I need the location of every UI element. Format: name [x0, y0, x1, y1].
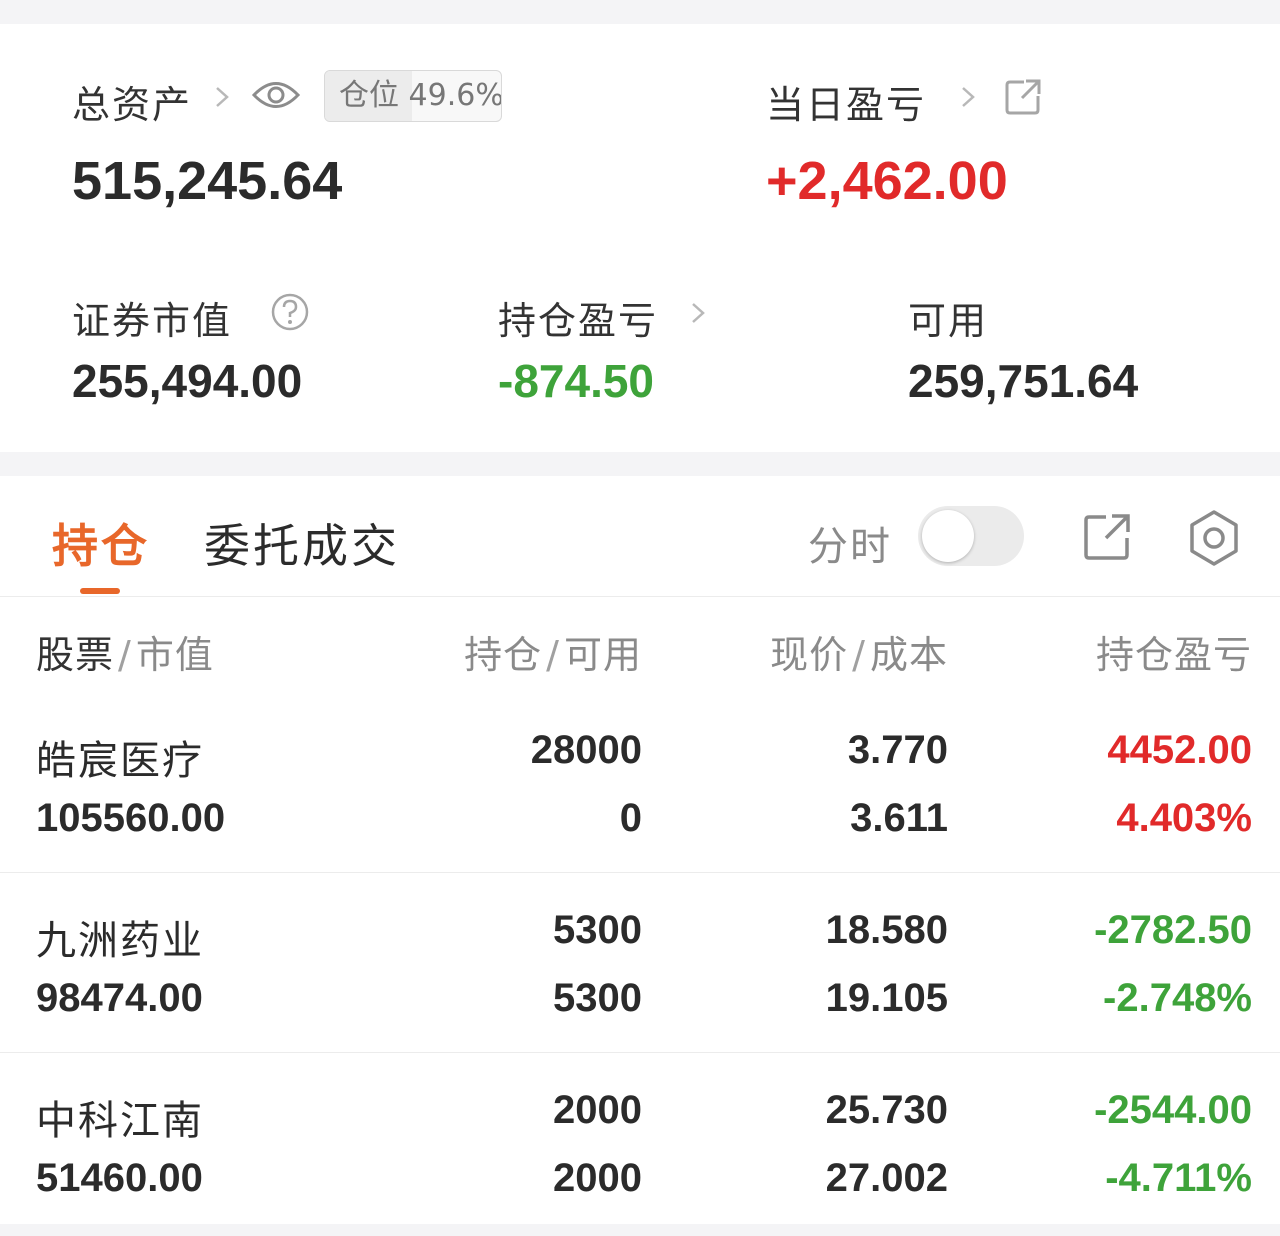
holding-pl-label[interactable]: 持仓盈亏: [498, 290, 658, 345]
available-qty: 2000: [553, 1156, 642, 1200]
holding-pl: 4452.00: [1107, 728, 1252, 772]
share-icon[interactable]: [1082, 512, 1132, 562]
tab-orders-trades[interactable]: 委托成交: [204, 510, 400, 576]
column-header-price[interactable]: 现价 / 成本: [700, 624, 948, 679]
available-qty: 5300: [553, 976, 642, 1020]
row-divider: [0, 1052, 1280, 1053]
cost-price: 27.002: [825, 1156, 948, 1200]
holding-pl: -2544.00: [1094, 1088, 1252, 1132]
holding-pl-value: -874.50: [498, 355, 655, 407]
available-qty: 0: [619, 796, 642, 840]
available-value: 259,751.64: [908, 355, 1139, 407]
holding-pl-pct: -2.748%: [1103, 976, 1252, 1020]
current-price: 18.580: [825, 908, 948, 952]
cost-price: 3.611: [850, 796, 948, 840]
table-row[interactable]: 九洲药业 98474.00 5300 5300 18.580 19.105 -2782.50…: [0, 876, 1280, 1056]
securities-value-label: 证券市值: [72, 299, 233, 343]
help-circle-icon[interactable]: [270, 292, 310, 332]
holding-pl-pct: 4.403%: [1116, 796, 1252, 840]
chevron-right-icon[interactable]: [958, 84, 978, 110]
table-row[interactable]: 皓宸医疗 105560.00 28000 0 3.770 3.611 4452.00 4.40…: [0, 696, 1280, 876]
column-header-holding[interactable]: 持仓 / 可用: [380, 624, 642, 679]
chevron-right-icon[interactable]: [688, 300, 708, 326]
cost-price: 19.105: [825, 976, 948, 1020]
holding-pl: -2782.50: [1094, 908, 1252, 952]
position-ratio-badge: 仓位 49.6%: [324, 70, 502, 122]
holding-qty: 5300: [553, 908, 642, 952]
toggle-knob: [922, 510, 974, 562]
timeshare-toggle[interactable]: [918, 506, 1024, 566]
stock-name: 九洲药业: [36, 918, 204, 964]
header-price: 现价: [770, 633, 849, 677]
gear-icon[interactable]: [1184, 508, 1244, 568]
daily-pl-value: +2,462.00: [766, 151, 1008, 211]
tab-divider: [0, 596, 1280, 597]
header-market-value: 市值: [135, 633, 214, 677]
header-stock: 股票: [36, 633, 115, 677]
current-price: 3.770: [847, 728, 948, 772]
holding-qty: 2000: [553, 1088, 642, 1132]
table-row[interactable]: 中科江南 51460.00 2000 2000 25.730 27.002 -2544.00…: [0, 1056, 1280, 1236]
holding-pl-pct: -4.711%: [1105, 1156, 1252, 1200]
header-separator: /: [852, 633, 866, 677]
chevron-right-icon[interactable]: [212, 84, 232, 110]
stock-name: 中科江南: [36, 1098, 204, 1144]
available-label: 可用: [908, 299, 989, 343]
header-cost: 成本: [869, 633, 948, 677]
external-link-icon[interactable]: [1004, 78, 1042, 116]
holding-qty: 28000: [530, 728, 642, 772]
market-value: 105560.00: [36, 796, 226, 840]
daily-pl-label[interactable]: 当日盈亏: [766, 74, 926, 129]
header-separator: /: [118, 633, 132, 677]
header-holding: 持仓: [464, 633, 543, 677]
tab-active-indicator: [80, 588, 120, 594]
total-assets-label[interactable]: 总资产: [72, 74, 192, 129]
timeshare-label: 分时: [808, 524, 892, 570]
total-assets-value: 515,245.64: [72, 151, 343, 211]
eye-icon[interactable]: [252, 78, 300, 112]
tab-holdings[interactable]: 持仓: [52, 510, 150, 576]
market-value: 51460.00: [36, 1156, 203, 1200]
header-available: 可用: [563, 633, 642, 677]
column-header-stock[interactable]: 股票 / 市值: [36, 624, 214, 679]
header-separator: /: [546, 633, 560, 677]
row-divider: [0, 872, 1280, 873]
column-header-pl[interactable]: 持仓盈亏: [1000, 624, 1252, 679]
current-price: 25.730: [825, 1088, 948, 1132]
stock-name: 皓宸医疗: [36, 738, 204, 784]
securities-value: 255,494.00: [72, 355, 303, 407]
market-value: 98474.00: [36, 976, 203, 1020]
position-ratio-text: 仓位 49.6%: [339, 78, 502, 113]
